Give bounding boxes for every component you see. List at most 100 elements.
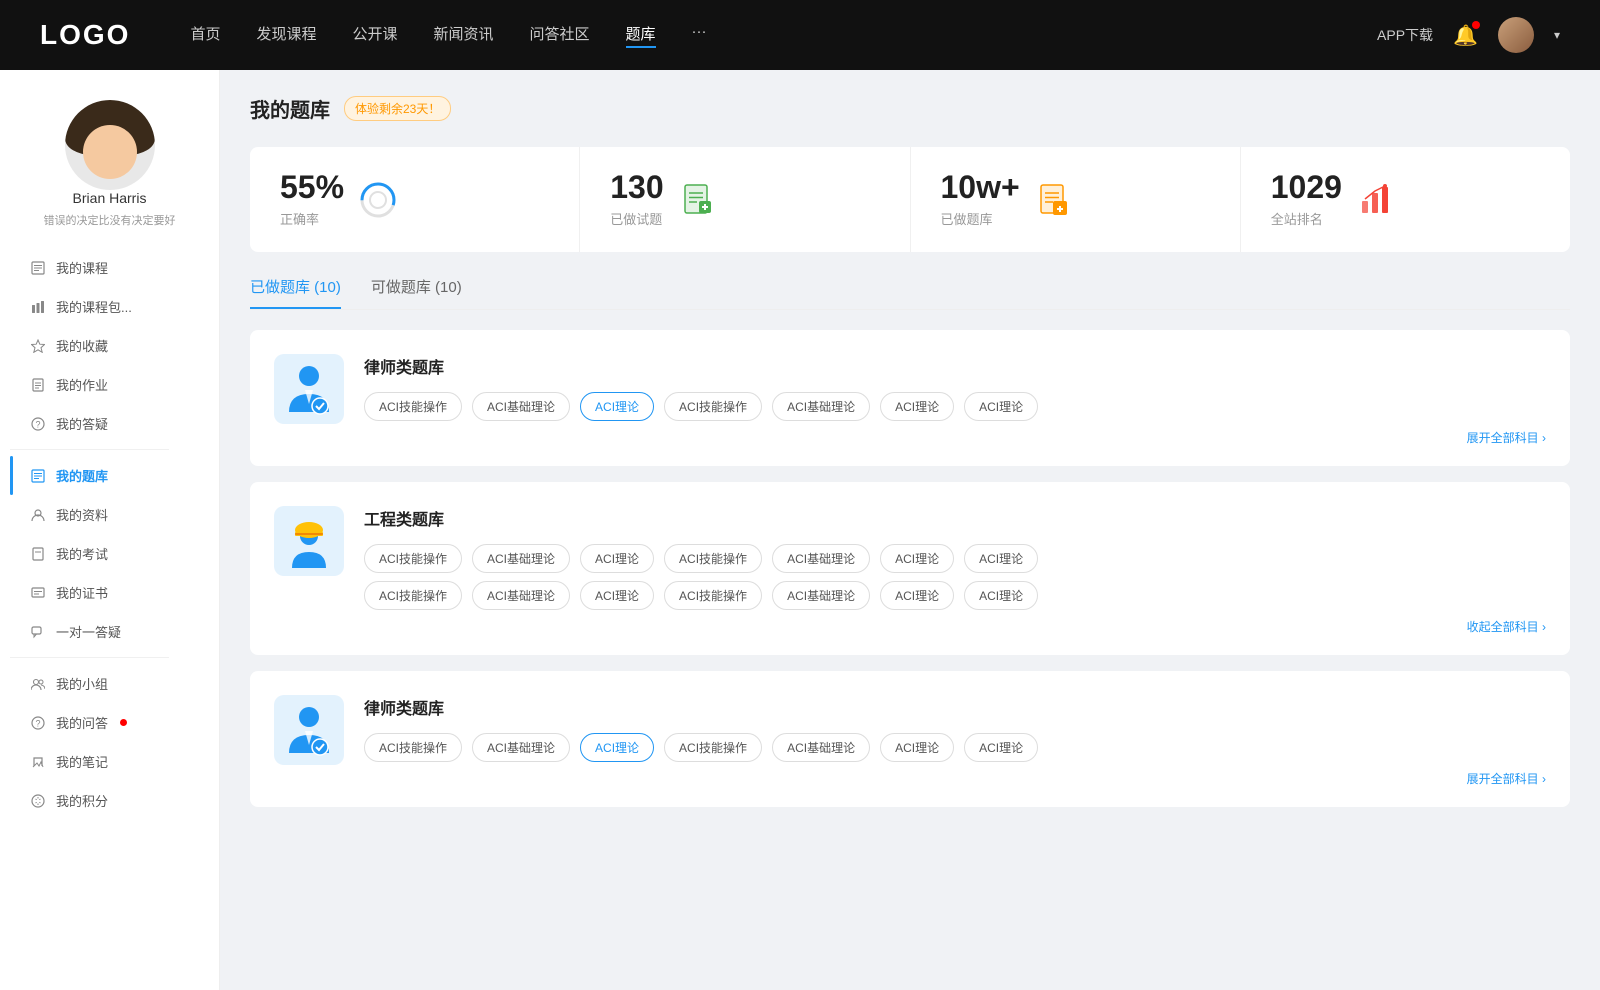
tag-item[interactable]: ACI基础理论 [772,733,870,762]
sidebar: Brian Harris 错误的决定比没有决定要好 我的课程 我的课程包... … [0,70,220,990]
notes-icon [30,754,46,770]
question-bank-icon [30,468,46,484]
sidebar-item-question-bank[interactable]: 我的题库 [10,456,209,495]
sidebar-item-courses[interactable]: 我的课程 [10,248,209,287]
tag-item[interactable]: ACI理论 [580,581,654,610]
tag-item[interactable]: ACI技能操作 [364,544,462,573]
tab-done-banks[interactable]: 已做题库 (10) [250,276,341,309]
tag-item[interactable]: ACI基础理论 [772,544,870,573]
sidebar-label-question-bank: 我的题库 [56,466,108,485]
stat-done-questions-content: 130 已做试题 [610,171,663,228]
certificate-icon [30,585,46,601]
nav-discover[interactable]: 发现课程 [256,23,316,48]
lawyer-bank-body: 律师类题库 ACI技能操作 ACI基础理论 ACI理论 ACI技能操作 ACI基… [364,354,1546,446]
stat-ranking-content: 1029 全站排名 [1271,171,1342,228]
tag-item-active[interactable]: ACI理论 [580,733,654,762]
tag-item[interactable]: ACI基础理论 [472,544,570,573]
tag-item[interactable]: ACI理论 [880,581,954,610]
nav-qa[interactable]: 问答社区 [530,23,590,48]
tag-item[interactable]: ACI技能操作 [364,392,462,421]
notification-bell[interactable]: 🔔 [1453,23,1478,48]
stat-done-banks: 10w+ 已做题库 [911,147,1241,252]
question-icon: ? [30,416,46,432]
tag-item[interactable]: ACI技能操作 [364,581,462,610]
user-name: Brian Harris [73,190,147,206]
tag-item[interactable]: ACI基础理论 [772,392,870,421]
sidebar-item-course-pack[interactable]: 我的课程包... [10,287,209,326]
accuracy-icon [358,180,398,220]
stat-done-questions-number: 130 [610,171,663,203]
exam-icon [30,546,46,562]
sidebar-label-groups: 我的小组 [56,674,108,693]
sidebar-item-groups[interactable]: 我的小组 [10,664,209,703]
collapse-link-engineering[interactable]: 收起全部科目 › [364,618,1546,635]
tag-item[interactable]: ACI技能操作 [664,544,762,573]
navbar-menu: 首页 发现课程 公开课 新闻资讯 问答社区 题库 ··· [190,23,1337,48]
page-header: 我的题库 体验剩余23天！ [250,94,1570,123]
sidebar-label-favorites: 我的收藏 [56,336,108,355]
sidebar-label-points: 我的积分 [56,791,108,810]
tag-item[interactable]: ACI理论 [580,544,654,573]
tag-item[interactable]: ACI理论 [880,544,954,573]
stat-accuracy: 55% 正确率 [250,147,580,252]
expand-link-lawyer[interactable]: 展开全部科目 › [364,429,1546,446]
avatar-face [83,125,137,179]
app-download[interactable]: APP下载 [1377,25,1433,45]
groups-icon [30,676,46,692]
doc-orange-icon [1034,180,1074,220]
tag-item[interactable]: ACI基础理论 [472,733,570,762]
tab-available-banks[interactable]: 可做题库 (10) [371,276,462,309]
my-questions-icon: ? [30,715,46,731]
tag-item[interactable]: ACI理论 [964,581,1038,610]
nav-more[interactable]: ··· [692,23,707,48]
tag-item[interactable]: ACI理论 [964,544,1038,573]
homework-icon [30,377,46,393]
stat-done-banks-number: 10w+ [941,171,1020,203]
nav-open-course[interactable]: 公开课 [352,23,397,48]
sidebar-item-profile[interactable]: 我的资料 [10,495,209,534]
sidebar-item-one-on-one[interactable]: 一对一答疑 [10,612,209,651]
tag-item[interactable]: ACI基础理论 [472,392,570,421]
courses-icon [30,260,46,276]
points-icon [30,793,46,809]
sidebar-menu: 我的课程 我的课程包... 我的收藏 我的作业 [0,248,219,820]
tag-item[interactable]: ACI技能操作 [664,581,762,610]
expand-link-lawyer2[interactable]: 展开全部科目 › [364,770,1546,787]
avatar[interactable] [1498,17,1534,53]
tag-item[interactable]: ACI技能操作 [364,733,462,762]
sidebar-item-notes[interactable]: 我的笔记 [10,742,209,781]
tag-item[interactable]: ACI技能操作 [664,733,762,762]
stat-ranking-label: 全站排名 [1271,209,1342,228]
sidebar-item-questions[interactable]: ? 我的答疑 [10,404,209,443]
sidebar-item-points[interactable]: 我的积分 [10,781,209,820]
sidebar-item-exam[interactable]: 我的考试 [10,534,209,573]
tag-item[interactable]: ACI基础理论 [472,581,570,610]
svg-text:?: ? [35,718,40,728]
nav-news[interactable]: 新闻资讯 [434,23,494,48]
sidebar-item-my-questions[interactable]: ? 我的问答 [10,703,209,742]
nav-question-bank[interactable]: 题库 [626,23,656,48]
sidebar-item-homework[interactable]: 我的作业 [10,365,209,404]
tag-item-active[interactable]: ACI理论 [580,392,654,421]
tag-item[interactable]: ACI基础理论 [772,581,870,610]
sidebar-label-notes: 我的笔记 [56,752,108,771]
tag-item[interactable]: ACI理论 [964,392,1038,421]
tag-item[interactable]: ACI理论 [880,392,954,421]
stat-done-banks-content: 10w+ 已做题库 [941,171,1020,228]
sidebar-item-favorites[interactable]: 我的收藏 [10,326,209,365]
chevron-down-icon[interactable]: ▾ [1554,28,1560,42]
stat-accuracy-number: 55% [280,171,344,203]
tag-item[interactable]: ACI理论 [880,733,954,762]
lawyer2-bank-body: 律师类题库 ACI技能操作 ACI基础理论 ACI理论 ACI技能操作 ACI基… [364,695,1546,787]
notification-red-dot [120,719,127,726]
sidebar-item-certificate[interactable]: 我的证书 [10,573,209,612]
stat-accuracy-content: 55% 正确率 [280,171,344,228]
nav-home[interactable]: 首页 [190,23,220,48]
lawyer-bank-title: 律师类题库 [364,354,1546,378]
trial-badge: 体验剩余23天！ [344,96,451,121]
tag-item[interactable]: ACI技能操作 [664,392,762,421]
one-on-one-icon [30,624,46,640]
stat-ranking: 1029 全站排名 [1241,147,1570,252]
stat-done-questions: 130 已做试题 [580,147,910,252]
tag-item[interactable]: ACI理论 [964,733,1038,762]
